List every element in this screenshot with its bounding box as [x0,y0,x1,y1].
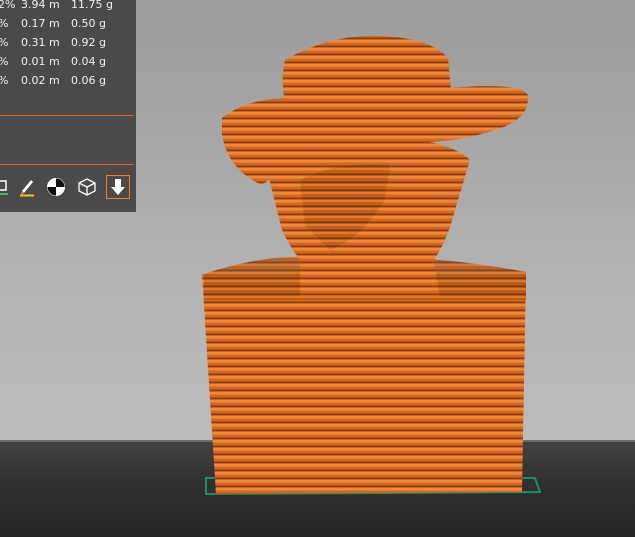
percent-value: % [0,35,8,51]
percent-value: % [0,73,8,89]
color-painting-icon[interactable] [0,175,14,199]
paint-brush-icon[interactable] [15,175,39,199]
weight-value: 11.75 g [71,0,113,11]
cube-wireframe-icon[interactable] [75,175,99,199]
weight-value: 0.50 g [71,17,106,30]
seam-painting-icon[interactable] [44,175,68,199]
percent-value: 2% [0,0,16,11]
percent-value: % [0,16,8,32]
length-value: 0.17 m [21,17,60,30]
length-value: 0.02 m [21,74,60,87]
length-value: 0.31 m [21,36,60,49]
length-value: 3.94 m [21,0,60,11]
length-value: 0.01 m [21,55,60,68]
arrow-down-icon[interactable] [106,175,130,199]
panel-divider [0,164,134,165]
weight-value: 0.92 g [71,36,106,49]
percent-value: % [0,54,8,70]
model-torso [202,274,526,494]
gizmo-toolbar [0,175,136,201]
slice-info-panel: 2% 3.94 m 11.75 g % 0.17 m 0.50 g % 0.31… [0,0,136,212]
weight-value: 0.06 g [71,74,106,87]
panel-divider [0,115,134,116]
model-hat-crown [282,35,452,108]
weight-value: 0.04 g [71,55,106,68]
